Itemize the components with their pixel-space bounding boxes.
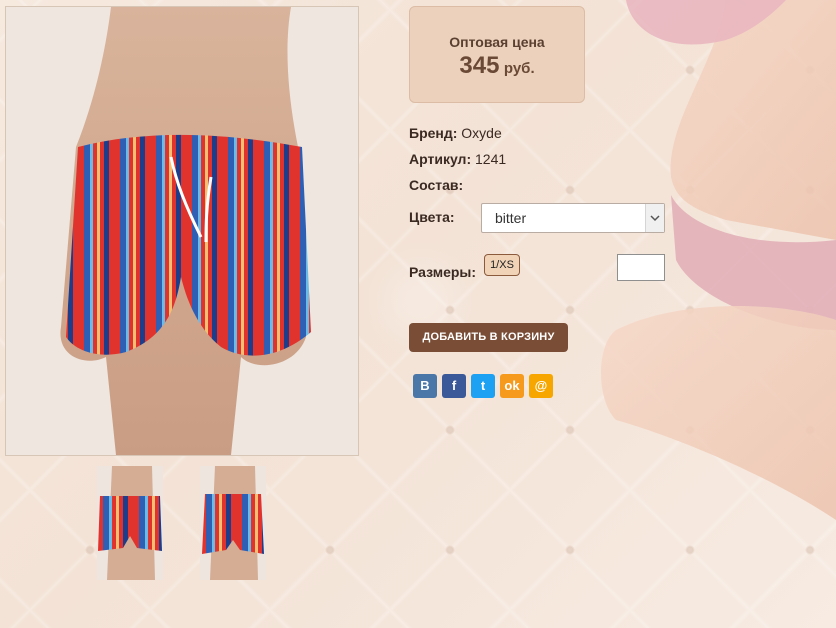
brand-value: Oxyde xyxy=(461,125,502,141)
color-selected-value: bitter xyxy=(495,210,527,226)
odnoklassniki-icon[interactable]: ok xyxy=(500,374,524,398)
article-value: 1241 xyxy=(475,151,507,167)
facebook-icon[interactable]: f xyxy=(442,374,466,398)
article-row: Артикул: 1241 xyxy=(409,151,506,167)
size-label: Размеры: xyxy=(409,264,476,280)
brand-row: Бренд: Oxyde xyxy=(409,125,502,141)
composition-row: Состав: xyxy=(409,177,463,193)
color-label: Цвета: xyxy=(409,209,455,225)
mailru-icon[interactable]: @ xyxy=(529,374,553,398)
color-select[interactable]: bitter xyxy=(481,203,665,233)
brand-label: Бренд: xyxy=(409,125,458,141)
size-option-xs[interactable]: 1/XS xyxy=(484,254,520,276)
price-label: Оптовая цена xyxy=(449,34,545,50)
quantity-input[interactable] xyxy=(617,254,665,281)
price-value-row: 345 руб. xyxy=(410,52,584,80)
vk-icon[interactable]: В xyxy=(413,374,437,398)
main-product-image[interactable] xyxy=(5,6,359,456)
composition-label: Состав: xyxy=(409,177,464,193)
add-to-cart-button[interactable]: ДОБАВИТЬ В КОРЗИНУ xyxy=(409,323,568,352)
twitter-icon[interactable]: t xyxy=(471,374,495,398)
thumbnail-back[interactable] xyxy=(200,466,266,580)
thumbnail-front[interactable] xyxy=(97,466,163,580)
price-amount: 345 xyxy=(459,52,500,79)
article-label: Артикул: xyxy=(409,151,472,167)
chevron-down-icon[interactable] xyxy=(645,204,664,232)
size-label-text: Размеры: xyxy=(409,264,477,280)
color-label-text: Цвета: xyxy=(409,209,455,225)
wholesale-price-box: Оптовая цена 345 руб. xyxy=(409,6,585,103)
model-background-image xyxy=(601,0,836,520)
price-currency: руб. xyxy=(503,60,535,77)
